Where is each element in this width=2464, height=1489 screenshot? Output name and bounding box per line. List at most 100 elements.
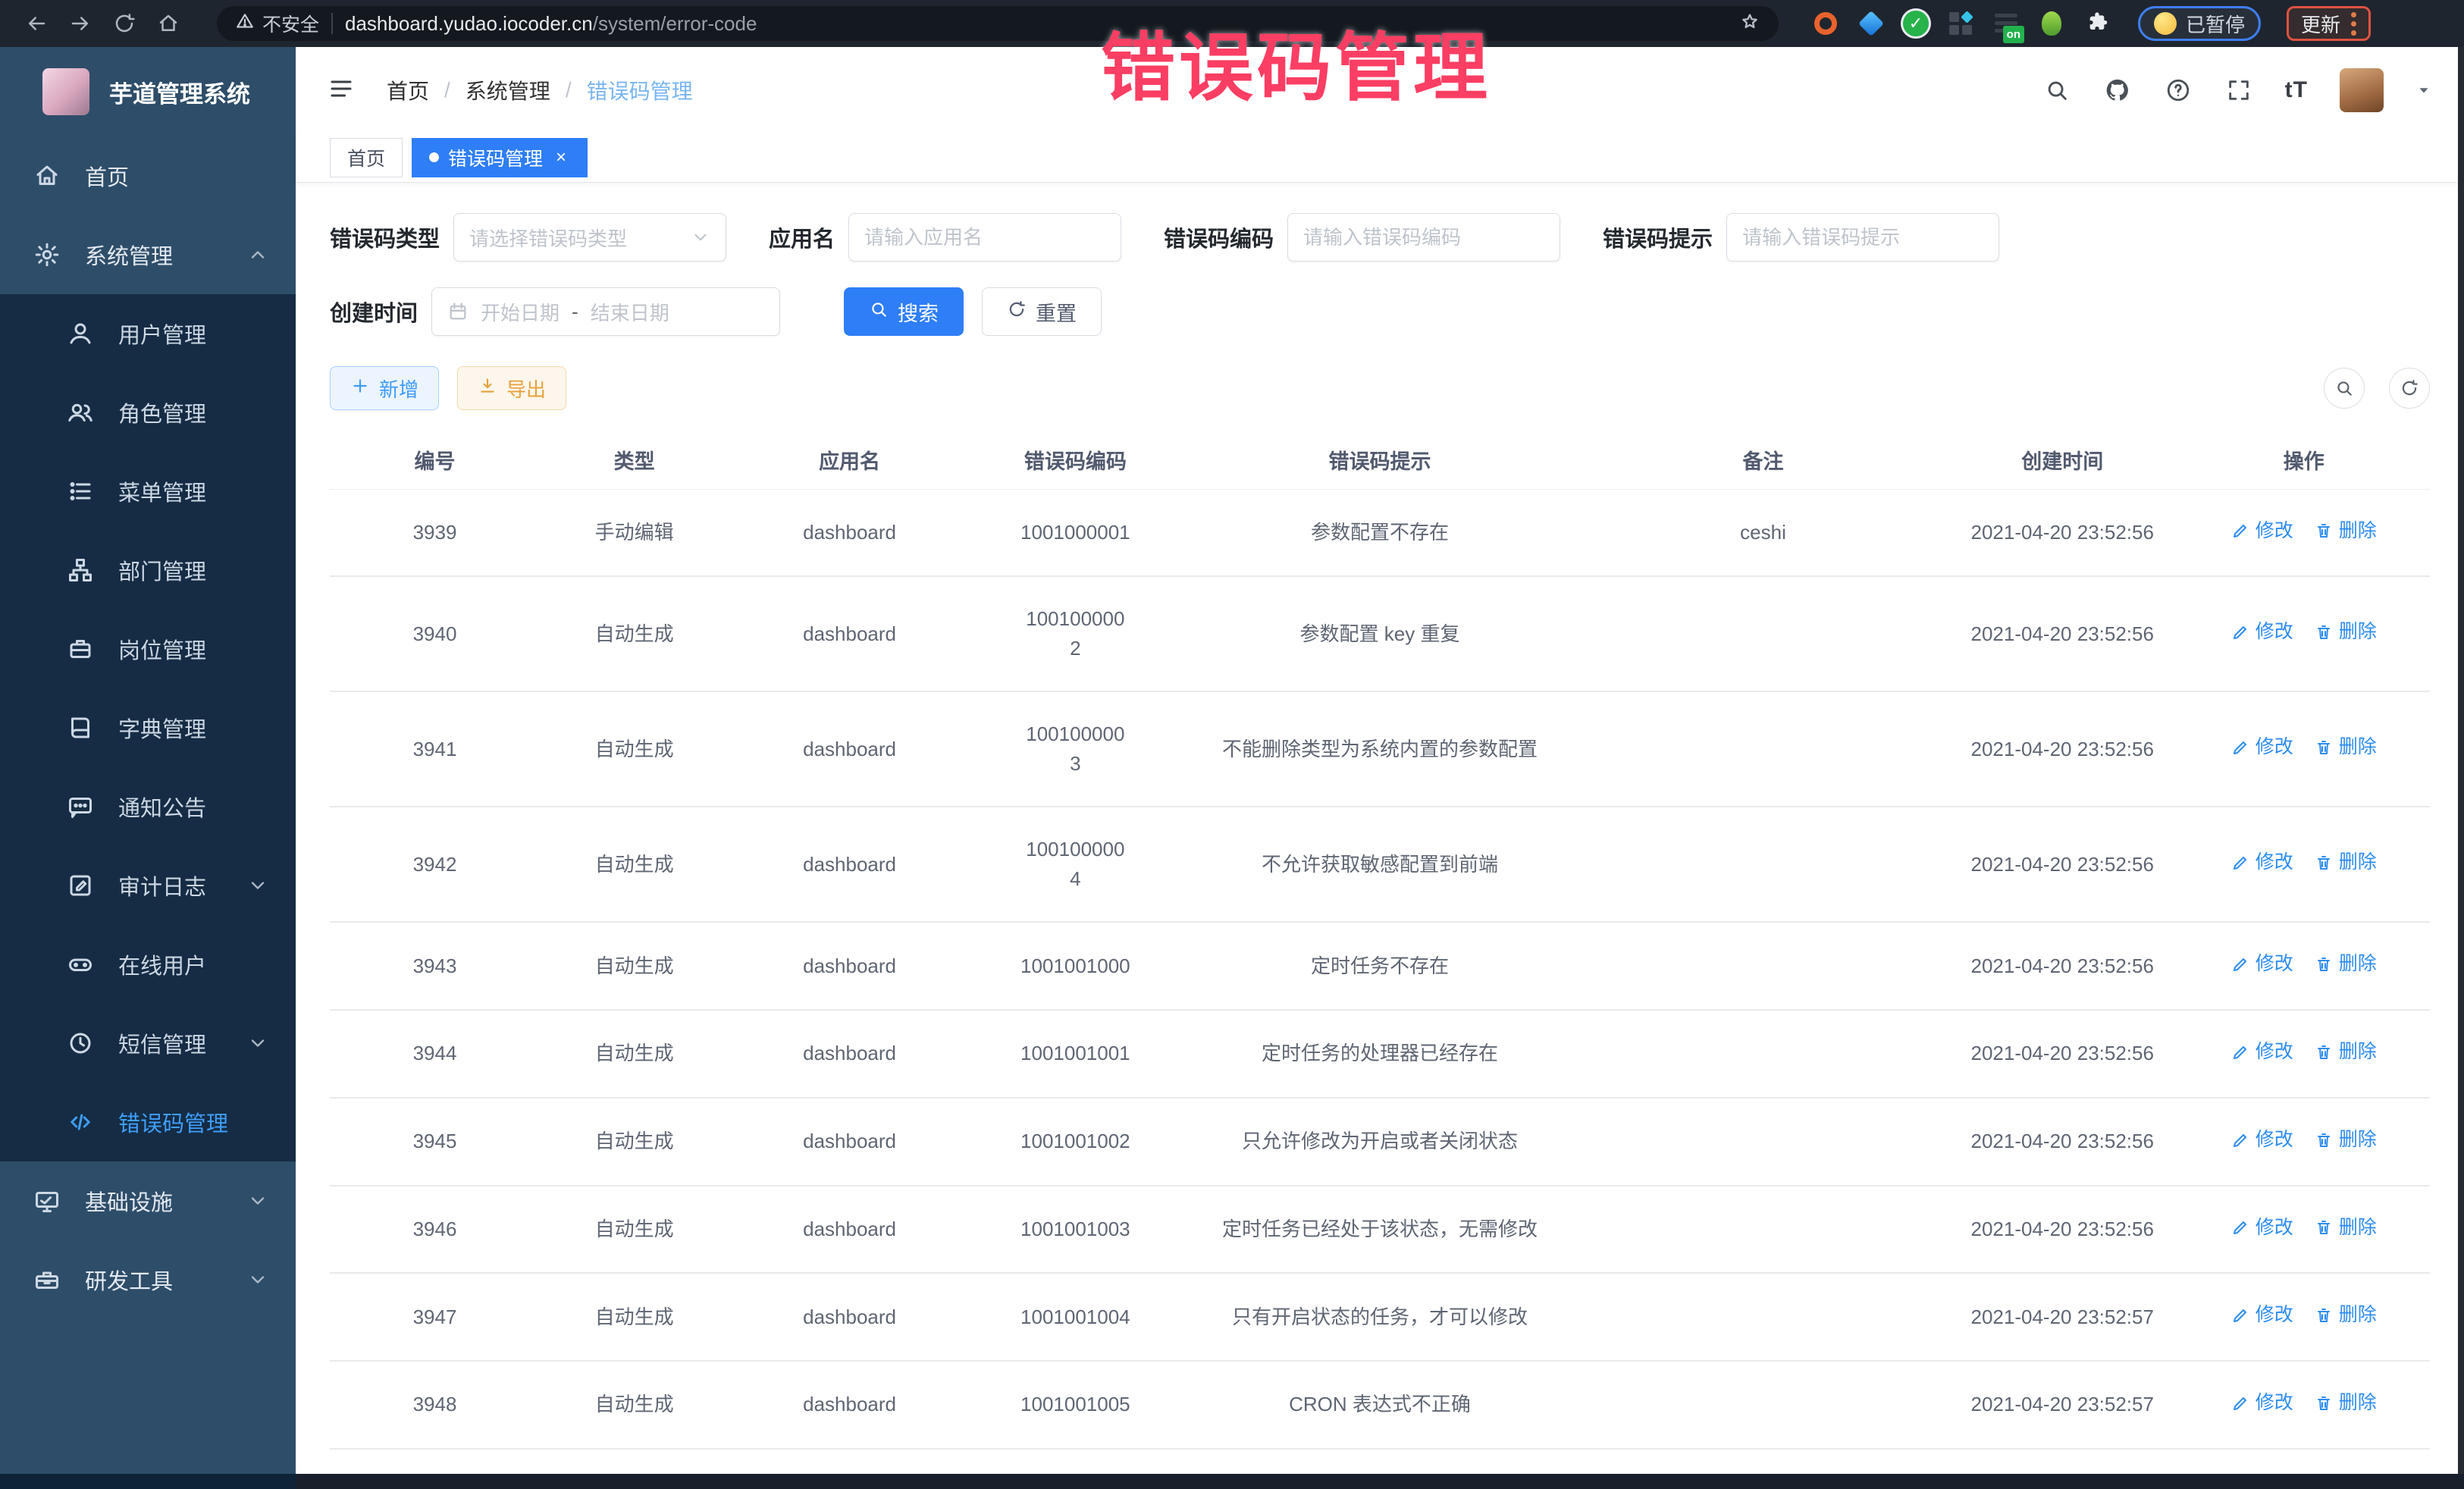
sidebar-item-首页[interactable]: 首页: [0, 136, 296, 215]
menu-dots-icon[interactable]: [2351, 12, 2356, 36]
extension-grid-icon[interactable]: [1947, 10, 1974, 37]
sidebar-item-研发工具[interactable]: 研发工具: [0, 1240, 296, 1319]
edit-link[interactable]: 修改: [2231, 1126, 2293, 1155]
edit-link[interactable]: 修改: [2231, 517, 2293, 546]
column-header: 编号: [330, 431, 540, 489]
reload-icon[interactable]: [108, 7, 141, 40]
update-button[interactable]: 更新: [2287, 6, 2371, 41]
edit-link[interactable]: 修改: [2231, 848, 2293, 877]
cell-code: 100100000 2: [970, 576, 1180, 691]
forward-icon[interactable]: [64, 7, 97, 40]
export-button[interactable]: 导出: [457, 366, 566, 410]
edit-link[interactable]: 修改: [2231, 1301, 2293, 1330]
edit-link[interactable]: 修改: [2231, 618, 2293, 647]
logo-row[interactable]: 芋道管理系统: [0, 47, 296, 136]
delete-link[interactable]: 删除: [2315, 950, 2377, 979]
security-label[interactable]: 不安全: [235, 10, 319, 37]
breadcrumb-system[interactable]: 系统管理: [466, 75, 550, 105]
sidebar-item-通知公告[interactable]: 通知公告: [0, 767, 296, 846]
edit-link[interactable]: 修改: [2231, 1389, 2293, 1418]
cell-time: 2021-04-20 23:52:57: [1947, 1273, 2178, 1361]
edit-icon: [2231, 738, 2249, 757]
table-row: 3945自动生成dashboard1001001002只允许修改为开启或者关闭状…: [330, 1098, 2430, 1186]
delete-link[interactable]: 删除: [2315, 1214, 2377, 1243]
extension-orange-ring-icon[interactable]: [1812, 10, 1839, 37]
online-icon: [67, 951, 94, 978]
delete-link[interactable]: 删除: [2315, 733, 2377, 762]
sidebar-item-label: 首页: [85, 160, 129, 192]
search-icon[interactable]: [2042, 76, 2071, 105]
sidebar-item-系统管理[interactable]: 系统管理: [0, 215, 296, 294]
code-icon: [67, 1108, 94, 1136]
sidebar-item-错误码管理[interactable]: 错误码管理: [0, 1083, 296, 1161]
avatar[interactable]: [2340, 68, 2384, 112]
delete-link[interactable]: 删除: [2315, 618, 2377, 647]
sidebar-item-用户管理[interactable]: 用户管理: [0, 294, 296, 373]
bookmark-star-icon[interactable]: [1739, 11, 1760, 36]
address-bar[interactable]: 不安全 dashboard.yudao.iocoder.cn/system/er…: [217, 6, 1779, 41]
sidebar-item-部门管理[interactable]: 部门管理: [0, 531, 296, 610]
cell-ops: 修改删除: [2178, 1361, 2430, 1449]
sidebar-item-审计日志[interactable]: 审计日志: [0, 846, 296, 925]
help-icon[interactable]: [2164, 76, 2193, 105]
extension-list-icon[interactable]: on: [1992, 10, 2020, 37]
divider: [331, 13, 333, 34]
search-icon: [869, 299, 889, 324]
cell-type: 自动生成: [540, 1010, 729, 1098]
sidebar-item-在线用户[interactable]: 在线用户: [0, 925, 296, 1004]
back-icon[interactable]: [20, 7, 53, 40]
sidebar-item-基础设施[interactable]: 基础设施: [0, 1161, 296, 1240]
breadcrumb-home[interactable]: 首页: [387, 75, 429, 105]
fullscreen-icon[interactable]: [2224, 76, 2253, 105]
profile-paused-pill[interactable]: 已暂停: [2138, 6, 2261, 41]
extension-sprout-icon[interactable]: [2038, 10, 2065, 37]
extension-blue-gem-icon[interactable]: [1857, 10, 1885, 37]
error-code-field[interactable]: [1287, 213, 1560, 262]
error-type-select[interactable]: 请选择错误码类型: [453, 213, 726, 262]
error-msg-input[interactable]: [1742, 226, 1983, 249]
refresh-table-button[interactable]: [2389, 368, 2430, 409]
search-button[interactable]: 搜索: [844, 287, 964, 336]
extension-green-check-icon[interactable]: ✓: [1903, 11, 1929, 36]
column-header: 创建时间: [1947, 431, 2178, 489]
active-tab-dot-icon: [429, 152, 439, 162]
date-range-picker[interactable]: 开始日期 - 结束日期: [431, 287, 780, 336]
browser-home-icon[interactable]: [152, 7, 185, 40]
sidebar-item-菜单管理[interactable]: 菜单管理: [0, 452, 296, 531]
edit-icon: [2231, 1218, 2249, 1237]
delete-link[interactable]: 删除: [2315, 1389, 2377, 1418]
tab-error-code[interactable]: 错误码管理 ×: [412, 138, 588, 177]
delete-link[interactable]: 删除: [2315, 1126, 2377, 1155]
edit-link[interactable]: 修改: [2231, 1214, 2293, 1243]
delete-link[interactable]: 删除: [2315, 848, 2377, 877]
edit-link[interactable]: 修改: [2231, 1038, 2293, 1067]
close-icon[interactable]: ×: [552, 149, 570, 167]
cell-app: dashboard: [729, 1098, 970, 1186]
font-size-icon[interactable]: tT: [2285, 77, 2308, 103]
menu-list-icon: [67, 478, 94, 505]
edit-link[interactable]: 修改: [2231, 950, 2293, 979]
github-icon[interactable]: [2103, 76, 2132, 105]
chevron-down-icon[interactable]: [2415, 82, 2432, 99]
sidebar-item-岗位管理[interactable]: 岗位管理: [0, 610, 296, 688]
cell-msg: 参数配置 key 重复: [1180, 576, 1579, 691]
add-button[interactable]: 新增: [330, 366, 439, 410]
toggle-search-button[interactable]: [2324, 368, 2365, 409]
sidebar-item-短信管理[interactable]: 短信管理: [0, 1004, 296, 1083]
hamburger-icon[interactable]: [328, 75, 358, 105]
delete-link[interactable]: 删除: [2315, 1038, 2377, 1067]
reset-button[interactable]: 重置: [982, 287, 1102, 336]
error-code-input[interactable]: [1303, 226, 1544, 249]
app-name-input[interactable]: [864, 226, 1105, 249]
error-msg-field[interactable]: [1726, 213, 1999, 262]
sidebar: 芋道管理系统 首页系统管理用户管理角色管理菜单管理部门管理岗位管理字典管理通知公…: [0, 47, 296, 1474]
sidebar-item-角色管理[interactable]: 角色管理: [0, 373, 296, 452]
delete-link[interactable]: 删除: [2315, 1301, 2377, 1330]
delete-link[interactable]: 删除: [2315, 517, 2377, 546]
extensions-puzzle-icon[interactable]: [2083, 10, 2111, 37]
tab-home[interactable]: 首页: [330, 138, 403, 177]
browser-scrollbar[interactable]: [2458, 47, 2464, 1474]
sidebar-item-字典管理[interactable]: 字典管理: [0, 688, 296, 767]
edit-link[interactable]: 修改: [2231, 733, 2293, 762]
app-name-field[interactable]: [848, 213, 1121, 262]
